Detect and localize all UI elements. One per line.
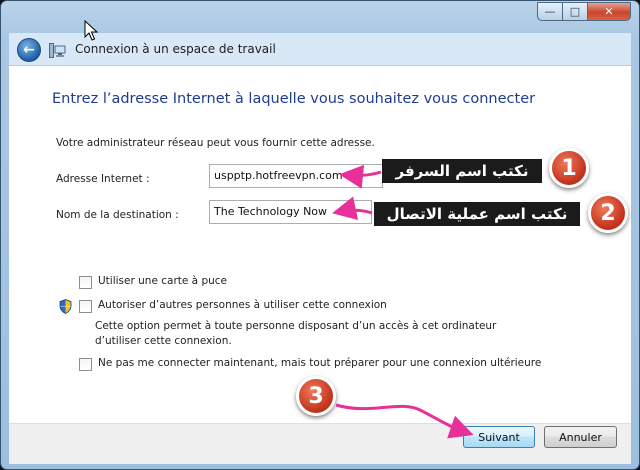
wizard-content: Entrez l’adresse Internet à laquelle vou… xyxy=(9,66,631,423)
share-connection-label: Autoriser d’autres personnes à utiliser … xyxy=(98,299,387,311)
smartcard-checkbox[interactable] xyxy=(79,276,92,289)
connect-later-option[interactable]: Ne pas me connecter maintenant, mais tou… xyxy=(79,357,541,371)
minimize-button[interactable]: — xyxy=(537,2,563,21)
share-connection-checkbox[interactable] xyxy=(79,300,92,313)
callout-1-badge: 1 xyxy=(549,148,589,188)
page-heading: Entrez l’adresse Internet à laquelle vou… xyxy=(52,91,536,107)
close-button[interactable]: ✕ xyxy=(588,2,631,21)
wizard-header: ← Connexion à un espace de travail xyxy=(9,33,631,66)
network-connection-icon xyxy=(49,43,66,58)
smartcard-label: Utiliser une carte à puce xyxy=(98,275,228,287)
callout-2-badge: 2 xyxy=(588,193,628,233)
wizard-footer xyxy=(9,423,631,464)
connect-later-checkbox[interactable] xyxy=(79,358,92,371)
caption-buttons: — □ ✕ xyxy=(537,2,631,22)
callout-2-text: نكتب اسم عملية الاتصال xyxy=(374,202,580,226)
destination-label: Nom de la destination : xyxy=(56,209,179,221)
next-button[interactable]: Suivant xyxy=(463,426,535,448)
share-connection-description: Cette option permet à toute personne dis… xyxy=(95,320,497,347)
back-arrow-icon[interactable]: ← xyxy=(17,38,41,62)
share-connection-option[interactable]: Autoriser d’autres personnes à utiliser … xyxy=(79,299,387,313)
internet-address-input[interactable]: uspptp.hotfreevpn.com xyxy=(209,164,383,188)
maximize-button[interactable]: □ xyxy=(563,2,588,21)
cancel-button[interactable]: Annuler xyxy=(544,426,617,448)
address-label: Adresse Internet : xyxy=(56,173,150,185)
smartcard-option[interactable]: Utiliser une carte à puce xyxy=(79,275,227,289)
destination-name-input[interactable]: The Technology Now xyxy=(209,200,372,224)
window-title: Connexion à un espace de travail xyxy=(75,42,276,56)
callout-3-badge: 3 xyxy=(296,376,336,416)
uac-shield-icon xyxy=(59,299,72,314)
connect-later-label: Ne pas me connecter maintenant, mais tou… xyxy=(98,357,542,369)
mouse-cursor-icon xyxy=(84,20,98,41)
admin-hint-text: Votre administrateur réseau peut vous fo… xyxy=(56,137,375,149)
callout-1-text: نكتب اسم السرفر xyxy=(382,159,542,183)
